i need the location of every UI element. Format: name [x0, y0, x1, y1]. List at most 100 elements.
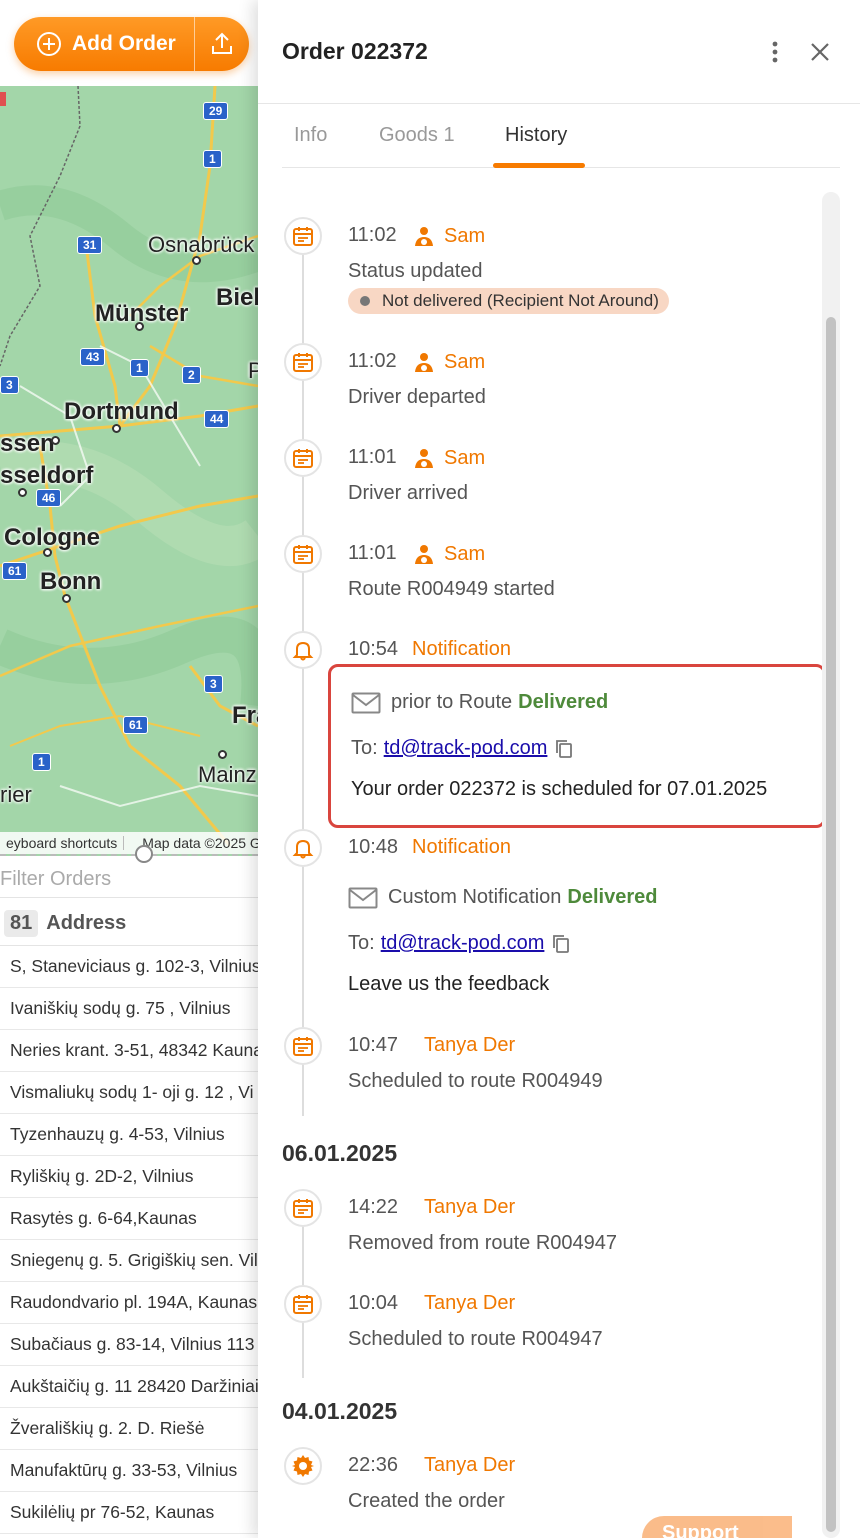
event-description: Created the order — [348, 1490, 505, 1512]
event-description: Removed from route R004947 — [348, 1232, 618, 1254]
list-item[interactable]: Žverališkių g. 2. D. Riešė — [0, 1408, 258, 1450]
event-user: Sam — [412, 224, 485, 248]
map[interactable]: Osnabrück Münster Biel Dortmund ssen sse… — [0, 86, 258, 856]
list-item[interactable]: Rasytės g. 6-64,Kaunas — [0, 1198, 258, 1240]
event-user-name: Sam — [444, 542, 486, 565]
tab-bar: Info Goods 1 History — [282, 104, 840, 168]
add-order-button[interactable]: Add Order — [14, 17, 194, 71]
event-user: Sam — [412, 542, 485, 566]
map-data-credit: Map data ©2025 G — [142, 835, 258, 851]
calendar-icon — [284, 439, 322, 477]
notification-body: Your order 022372 is scheduled for 07.01… — [351, 778, 768, 800]
add-order-label: Add Order — [72, 32, 176, 55]
map-city-label: Mainz — [198, 762, 257, 787]
list-item[interactable]: Vismaliukų sodų 1- oji g. 12 , Vi — [0, 1072, 258, 1114]
road-shield: 61 — [2, 562, 28, 580]
map-city-label: Osnabrück — [148, 232, 255, 257]
date-heading: 06.01.2025 — [282, 1140, 398, 1166]
more-options-button[interactable] — [762, 38, 788, 66]
filter-orders-input[interactable]: Filter Orders — [0, 862, 258, 898]
close-button[interactable] — [806, 38, 834, 66]
driver-icon — [415, 227, 433, 246]
tab-goods[interactable]: Goods 1 — [379, 124, 455, 147]
list-item[interactable]: Raudondvario pl. 194A, Kaunas — [0, 1282, 258, 1324]
copy-button[interactable] — [555, 739, 573, 759]
resize-handle[interactable] — [135, 845, 153, 863]
list-item[interactable]: Aukštaičių g. 11 28420 Daržiniai — [0, 1366, 258, 1408]
notification-card: Custom Notification Delivered To: td@tra… — [328, 862, 826, 1026]
notification-state: Delivered — [518, 691, 609, 713]
road-shield: 3 — [0, 376, 19, 394]
bell-icon — [284, 829, 322, 867]
road-shield: 31 — [77, 236, 103, 254]
divider — [123, 836, 136, 850]
map-city-dot — [62, 594, 71, 603]
order-count-badge: 81 — [4, 910, 39, 937]
scrollbar-thumb[interactable] — [826, 317, 836, 1532]
road-shield: 61 — [123, 716, 149, 734]
calendar-icon — [284, 1285, 322, 1323]
event-description: Driver arrived — [348, 482, 469, 504]
tab-history[interactable]: History — [505, 124, 567, 147]
driver-icon — [415, 353, 433, 372]
event-user: Sam — [412, 350, 485, 374]
road-shield: 2 — [182, 366, 201, 384]
event-time: 10:47 — [348, 1034, 399, 1056]
list-item[interactable]: S, Staneviciaus g. 102-3, Vilnius — [0, 946, 258, 988]
list-item[interactable]: Manufaktūrų g. 33-53, Vilnius — [0, 1450, 258, 1492]
calendar-icon — [284, 535, 322, 573]
calendar-icon — [284, 1189, 322, 1227]
upload-button[interactable] — [194, 17, 249, 71]
scrollbar[interactable] — [822, 192, 840, 1538]
event-time: 10:48 — [348, 836, 399, 858]
road-shield: 29 — [203, 102, 229, 120]
list-item[interactable]: Sniegenų g. 5. Grigiškių sen. Vil — [0, 1240, 258, 1282]
recipient-email-link[interactable]: td@track-pod.com — [381, 932, 545, 955]
map-city-label: Biel — [216, 284, 258, 311]
copy-button[interactable] — [552, 934, 570, 954]
orders-pane: Add Order Osnabrück Münster Biel Dortmun… — [0, 0, 258, 1538]
notification-subject: prior to Route — [391, 691, 513, 713]
event-user: Tanya Der — [424, 1454, 516, 1476]
panel-header: Order 022372 — [258, 0, 860, 104]
list-item[interactable]: Neries krant. 3-51, 48342 Kaunas — [0, 1030, 258, 1072]
map-city-label: Cologne — [4, 524, 100, 551]
notification-recipient-row: To: td@track-pod.com — [348, 932, 570, 955]
road-shield: 43 — [80, 348, 106, 366]
notification-recipient-row: To: td@track-pod.com — [351, 737, 573, 760]
road-shield: 44 — [204, 410, 230, 428]
event-user: Notification — [412, 638, 511, 660]
keyboard-shortcuts-link[interactable]: eyboard shortcuts — [0, 835, 123, 851]
list-item[interactable]: Ivaniškių sodų g. 75 , Vilnius — [0, 988, 258, 1030]
map-city-label: Bonn — [40, 568, 102, 595]
close-icon — [811, 43, 829, 61]
road-shield: 3 — [204, 675, 223, 693]
notification-state: Delivered — [567, 886, 658, 908]
status-dot — [360, 296, 370, 306]
support-button[interactable]: Support — [642, 1516, 792, 1538]
recipient-label: To: — [348, 932, 375, 954]
toolbar: Add Order — [0, 0, 258, 86]
list-item[interactable]: Sukilėlių pr 76-52, Kaunas — [0, 1492, 258, 1534]
recipient-email-link[interactable]: td@track-pod.com — [384, 737, 548, 760]
list-item[interactable]: Ryliškių g. 2D-2, Vilnius — [0, 1156, 258, 1198]
event-user: Tanya Der — [424, 1292, 516, 1314]
order-details-panel: Order 022372 Info Goods 1 History 11:02 … — [258, 0, 860, 1538]
event-time: 11:01 — [348, 446, 397, 468]
map-city-label: P — [248, 358, 258, 383]
plus-circle-icon — [37, 32, 61, 56]
event-description: Scheduled to route R004949 — [348, 1070, 603, 1092]
list-item[interactable]: Subačiaus g. 83-14, Vilnius 113 — [0, 1324, 258, 1366]
road-shield: 46 — [36, 489, 62, 507]
list-item[interactable]: Tyzenhauzų g. 4-53, Vilnius — [0, 1114, 258, 1156]
tab-info[interactable]: Info — [294, 124, 327, 147]
add-order-group: Add Order — [14, 17, 249, 71]
event-time: 10:04 — [348, 1292, 399, 1314]
more-vertical-icon — [772, 41, 778, 63]
address-column-header[interactable]: Address — [46, 912, 126, 935]
map-city-dot — [43, 548, 52, 557]
map-city-dot — [218, 750, 227, 759]
road-shield: 1 — [130, 359, 149, 377]
event-time: 11:01 — [348, 542, 397, 564]
map-attribution: eyboard shortcuts Map data ©2025 G — [0, 832, 258, 854]
